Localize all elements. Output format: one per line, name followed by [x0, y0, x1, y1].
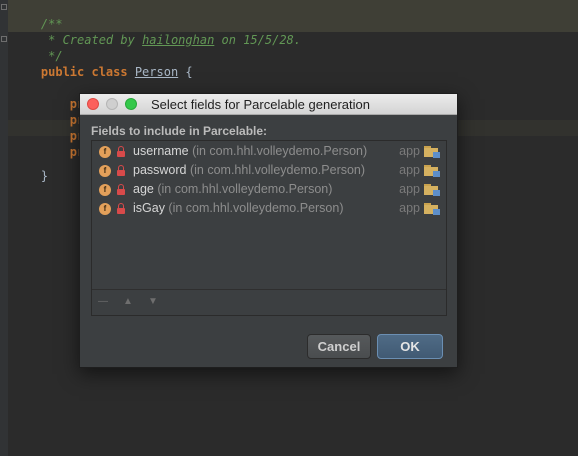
- minimize-window-icon[interactable]: [106, 98, 118, 110]
- module-label: app: [399, 144, 420, 158]
- field-icon: f: [99, 203, 111, 215]
- module-folder-icon: [424, 184, 440, 196]
- field-label: age (in com.hhl.volleydemo.Person): [133, 182, 332, 196]
- field-name: username: [133, 144, 189, 158]
- fold-icon[interactable]: [1, 36, 7, 42]
- field-row-age[interactable]: f age (in com.hhl.volleydemo.Person) app: [92, 181, 446, 200]
- move-down-icon[interactable]: ▼: [147, 297, 159, 307]
- class-close-brace: }: [40, 169, 49, 183]
- lock-icon: [116, 184, 126, 196]
- code-line-2: * Created by hailonghan on 15/5/28.: [12, 16, 301, 47]
- list-toolbar: — ▲ ▼: [92, 289, 446, 315]
- fold-icon[interactable]: [1, 4, 7, 10]
- field-label: isGay (in com.hhl.volleydemo.Person): [133, 201, 344, 215]
- field-label: password (in com.hhl.volleydemo.Person): [133, 163, 365, 177]
- field-context: (in com.hhl.volleydemo.Person): [153, 182, 333, 196]
- field-row-isgay[interactable]: f isGay (in com.hhl.volleydemo.Person) a…: [92, 200, 446, 219]
- field-context: (in com.hhl.volleydemo.Person): [188, 144, 368, 158]
- class-open-brace: {: [178, 65, 193, 79]
- lock-icon: [116, 165, 126, 177]
- ok-button[interactable]: OK: [377, 334, 443, 359]
- field-name: isGay: [133, 201, 165, 215]
- fields-list-rows: f username (in com.hhl.volleydemo.Person…: [92, 143, 446, 219]
- field-name: age: [133, 182, 154, 196]
- maximize-window-icon[interactable]: [125, 98, 137, 110]
- cancel-button[interactable]: Cancel: [307, 334, 371, 359]
- module-label: app: [399, 201, 420, 215]
- editor-gutter: [0, 0, 8, 456]
- code-line-3: */: [12, 32, 62, 63]
- fields-section-label: Fields to include in Parcelable:: [91, 124, 268, 138]
- module-label: app: [399, 182, 420, 196]
- field-row-password[interactable]: f password (in com.hhl.volleydemo.Person…: [92, 162, 446, 181]
- module-folder-icon: [424, 146, 440, 158]
- move-up-icon[interactable]: ▲: [122, 297, 134, 307]
- field-icon: f: [99, 146, 111, 158]
- code-line-1: /**: [12, 0, 63, 31]
- code-line-11: }: [12, 152, 48, 183]
- parcelable-dialog: Select fields for Parcelable generation …: [79, 93, 458, 368]
- dialog-titlebar[interactable]: Select fields for Parcelable generation: [80, 94, 457, 115]
- module-folder-icon: [424, 165, 440, 177]
- remove-icon[interactable]: —: [97, 297, 109, 307]
- field-context: (in com.hhl.volleydemo.Person): [186, 163, 366, 177]
- field-label: username (in com.hhl.volleydemo.Person): [133, 144, 367, 158]
- field-icon: f: [99, 165, 111, 177]
- code-line-4: public class Person {: [12, 48, 193, 79]
- field-name: password: [133, 163, 187, 177]
- close-window-icon[interactable]: [87, 98, 99, 110]
- field-context: (in com.hhl.volleydemo.Person): [164, 201, 344, 215]
- lock-icon: [116, 146, 126, 158]
- fields-list[interactable]: f username (in com.hhl.volleydemo.Person…: [91, 140, 447, 316]
- field-icon: f: [99, 184, 111, 196]
- doc-comment-author: hailonghan: [142, 33, 215, 47]
- class-name: Person: [134, 65, 179, 79]
- lock-icon: [116, 203, 126, 215]
- field-row-username[interactable]: f username (in com.hhl.volleydemo.Person…: [92, 143, 446, 162]
- dialog-title: Select fields for Parcelable generation: [151, 97, 370, 112]
- module-label: app: [399, 163, 420, 177]
- class-keyword: public class: [40, 65, 135, 79]
- doc-comment-date: on 15/5/28.: [214, 33, 302, 47]
- module-folder-icon: [424, 203, 440, 215]
